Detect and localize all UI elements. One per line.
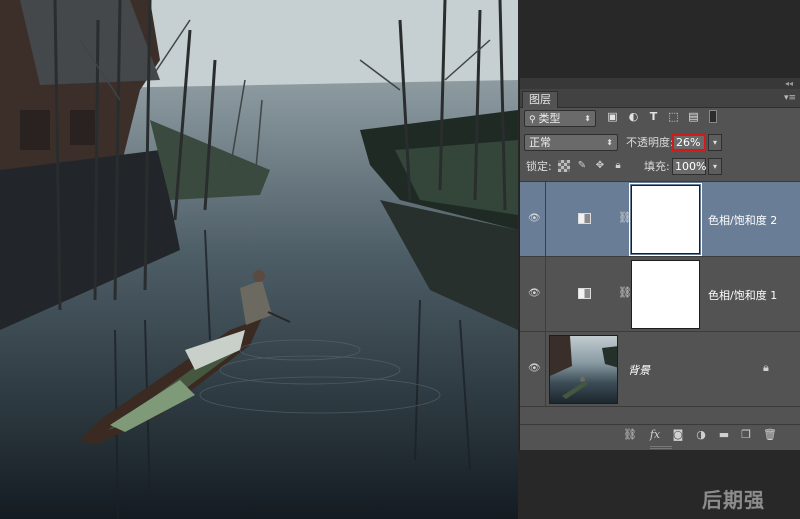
- adjustment-filter-icon[interactable]: ◐: [627, 110, 640, 123]
- panel-menu-icon[interactable]: ▾≡: [784, 91, 796, 105]
- blend-mode-select[interactable]: 正常 ⬍: [524, 134, 618, 151]
- layers-panel: ◂◂ 图层 ▾≡ ⚲ 类型 ⬍ ▣ ◐ T ⬚ ▤ 正常 ⬍ 不透明度: 26%…: [519, 78, 800, 450]
- fill-input[interactable]: 100%: [672, 158, 706, 175]
- layer-name[interactable]: 色相/饱和度 2: [708, 212, 777, 228]
- lock-position-icon[interactable]: ✥: [594, 160, 606, 172]
- layer-list: 👁︎ ⛓︎ 色相/饱和度 2 👁︎ ⛓︎ 色相/饱和度 1 👁︎ 背景 🔒︎: [520, 181, 800, 407]
- hue-saturation-adjustment-icon: [578, 288, 591, 299]
- new-adjustment-layer-icon[interactable]: ◑: [694, 428, 708, 442]
- hue-saturation-adjustment-icon: [578, 213, 591, 224]
- layer-name[interactable]: 背景: [628, 362, 650, 378]
- filter-toggle-icon[interactable]: [709, 110, 717, 123]
- opacity-slider-button[interactable]: ▾: [708, 134, 722, 151]
- chevron-updown-icon: ⬍: [584, 114, 591, 123]
- eye-icon: 👁︎: [528, 288, 541, 299]
- link-layers-icon[interactable]: ⛓︎: [623, 428, 637, 442]
- new-group-icon[interactable]: ▬: [717, 428, 731, 442]
- layer-name[interactable]: 色相/饱和度 1: [708, 287, 777, 303]
- lock-transparency-icon[interactable]: [558, 160, 570, 172]
- layer-row-hue-saturation-2[interactable]: 👁︎ ⛓︎ 色相/饱和度 2: [520, 182, 800, 257]
- smart-object-filter-icon[interactable]: ▤: [687, 110, 700, 123]
- fill-label: 填充:: [644, 160, 670, 173]
- opacity-label: 不透明度:: [626, 136, 674, 149]
- type-filter-icon[interactable]: T: [647, 110, 660, 123]
- lock-label: 锁定:: [526, 160, 552, 173]
- eye-icon: 👁︎: [528, 213, 541, 224]
- lake-scene-image: [0, 0, 518, 519]
- collapse-panel-icon[interactable]: ◂◂: [785, 78, 793, 89]
- lock-pixels-icon[interactable]: ✎: [576, 160, 588, 172]
- visibility-toggle[interactable]: 👁︎: [520, 332, 546, 407]
- blend-mode-value: 正常: [529, 136, 551, 149]
- blend-opacity-row: 正常 ⬍ 不透明度: 26% ▾: [520, 134, 800, 154]
- filter-kind-label: 类型: [538, 112, 561, 125]
- layer-mask-thumbnail[interactable]: [629, 183, 702, 256]
- thumbnail-image: [550, 336, 617, 399]
- visibility-toggle[interactable]: 👁︎: [520, 257, 546, 332]
- shape-filter-icon[interactable]: ⬚: [667, 110, 680, 123]
- layers-bottom-toolbar: ⛓︎ fx ◙ ◑ ▬ ❐ 🗑︎: [520, 424, 800, 446]
- layer-row-hue-saturation-1[interactable]: 👁︎ ⛓︎ 色相/饱和度 1: [520, 257, 800, 332]
- chevron-updown-icon: ⬍: [606, 138, 613, 147]
- photo-canvas[interactable]: [0, 0, 518, 519]
- visibility-toggle[interactable]: 👁︎: [520, 182, 546, 257]
- background-layer-thumbnail[interactable]: [549, 335, 618, 404]
- link-icon[interactable]: ⛓︎: [618, 286, 632, 299]
- tab-layers[interactable]: 图层: [522, 91, 558, 108]
- lock-fill-row: 锁定: ✎ ✥ 🔒︎ 填充: 100% ▾: [520, 158, 800, 178]
- image-filter-icon[interactable]: ▣: [606, 110, 619, 123]
- watermark-logo: 后期强: [702, 488, 765, 512]
- link-icon[interactable]: ⛓︎: [618, 211, 632, 224]
- delete-layer-icon[interactable]: 🗑︎: [763, 428, 777, 442]
- fill-slider-button[interactable]: ▾: [708, 158, 722, 175]
- lock-all-icon[interactable]: 🔒︎: [612, 160, 624, 172]
- eye-icon: 👁︎: [528, 363, 541, 374]
- add-mask-icon[interactable]: ◙: [671, 428, 685, 442]
- panel-header-bar: ◂◂: [520, 78, 800, 89]
- new-layer-icon[interactable]: ❐: [739, 428, 753, 442]
- filter-kind-select[interactable]: ⚲ 类型 ⬍: [524, 110, 596, 127]
- layer-style-icon[interactable]: fx: [648, 428, 662, 442]
- layer-filter-row: ⚲ 类型 ⬍ ▣ ◐ T ⬚ ▤: [520, 110, 800, 130]
- panel-resize-grip[interactable]: [650, 446, 672, 449]
- lock-icon: 🔒︎: [763, 361, 769, 374]
- opacity-input[interactable]: 26%: [672, 134, 706, 151]
- panel-tab-bar: 图层 ▾≡: [520, 89, 800, 108]
- layer-row-background[interactable]: 👁︎ 背景 🔒︎: [520, 332, 800, 407]
- layer-mask-thumbnail[interactable]: [631, 260, 700, 329]
